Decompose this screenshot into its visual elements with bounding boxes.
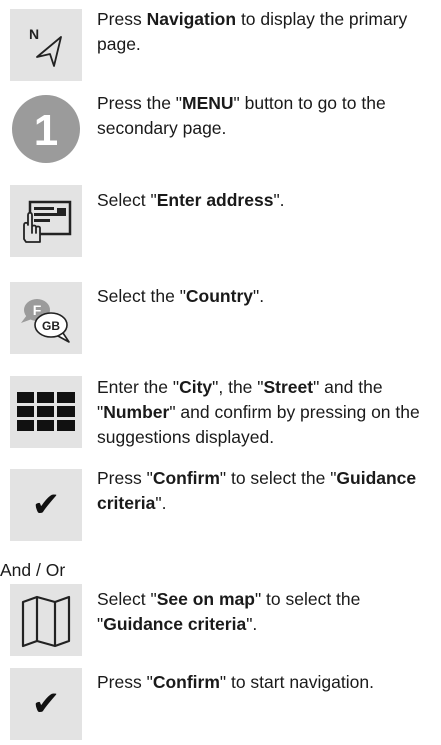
step-text: Enter the "City", the "Street" and the "… xyxy=(97,377,420,447)
step-text: Press "Confirm" to start navigation. xyxy=(97,672,374,692)
step-text: Press "Confirm" to select the "Guidance … xyxy=(97,468,417,513)
step-text: Select "See on map" to select the "Guida… xyxy=(97,589,361,634)
map-icon xyxy=(10,584,82,656)
keyboard-grid-icon xyxy=(10,376,82,448)
svg-text:GB: GB xyxy=(42,319,60,333)
country-icon: F GB xyxy=(10,282,82,354)
step-one-icon: 1 xyxy=(10,93,82,165)
svg-text:1: 1 xyxy=(34,106,58,155)
step-text: Press the "MENU" button to go to the sec… xyxy=(97,93,386,138)
enter-address-icon xyxy=(10,185,82,257)
step-text: Press Navigation to display the primary … xyxy=(97,9,408,54)
checkmark-icon: ✔ xyxy=(10,668,82,740)
and-or-label: And / Or xyxy=(0,560,66,580)
svg-text:N: N xyxy=(29,26,39,42)
navigation-icon: N xyxy=(10,9,82,81)
step-text: Select "Enter address". xyxy=(97,190,285,210)
checkmark-icon: ✔ xyxy=(10,469,82,541)
step-text: Select the "Country". xyxy=(97,286,265,306)
